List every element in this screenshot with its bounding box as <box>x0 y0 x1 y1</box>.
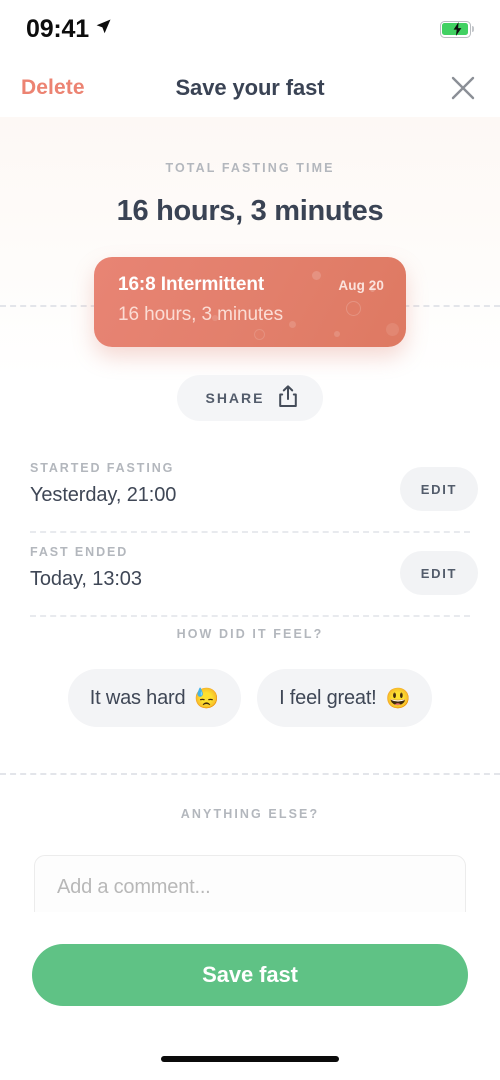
total-fasting-time-value: 16 hours, 3 minutes <box>116 195 384 227</box>
how-did-it-feel-section: HOW DID IT FEEL? It was hard 😓 I feel gr… <box>0 627 500 727</box>
edit-start-time-button[interactable]: EDIT <box>400 467 478 511</box>
fast-details: STARTED FASTING Yesterday, 21:00 EDIT FA… <box>0 447 500 617</box>
feel-options: It was hard 😓 I feel great! 😃 <box>0 669 500 727</box>
nav-bar: Delete Save your fast <box>0 58 500 117</box>
fast-date: Aug 20 <box>338 278 384 293</box>
delete-button[interactable]: Delete <box>21 76 85 100</box>
navigation-arrow-icon <box>95 18 112 40</box>
share-upload-icon <box>278 385 298 411</box>
status-bar: 09:41 <box>0 0 500 58</box>
fast-summary-card[interactable]: 16:8 Intermittent Aug 20 16 hours, 3 min… <box>94 257 406 347</box>
sweat-face-emoji-icon: 😓 <box>194 687 220 710</box>
started-fasting-row: STARTED FASTING Yesterday, 21:00 EDIT <box>0 447 500 531</box>
feel-option-great-label: I feel great! <box>279 686 377 709</box>
fast-card-duration: 16 hours, 3 minutes <box>118 304 283 325</box>
status-bar-left: 09:41 <box>26 15 112 44</box>
save-fast-button[interactable]: Save fast <box>32 944 468 1006</box>
battery-charging-icon <box>440 20 475 38</box>
feel-option-hard-label: It was hard <box>89 686 186 709</box>
phone-screen: 09:41 Delete Save your fast TOTAL FASTIN… <box>0 0 500 1080</box>
anything-else-section: ANYTHING ELSE? <box>0 807 500 821</box>
share-row: SHARE <box>0 375 500 421</box>
anything-else-label: ANYTHING ELSE? <box>180 807 320 821</box>
status-time: 09:41 <box>26 14 89 43</box>
share-button[interactable]: SHARE <box>177 375 323 421</box>
feel-option-great[interactable]: I feel great! 😃 <box>257 669 433 727</box>
edit-end-time-button[interactable]: EDIT <box>400 551 478 595</box>
share-label: SHARE <box>205 390 265 406</box>
how-did-it-feel-label: HOW DID IT FEEL? <box>176 627 324 641</box>
total-fasting-time-label: TOTAL FASTING TIME <box>165 161 335 175</box>
divider-after-feel <box>0 773 500 775</box>
close-x-icon[interactable] <box>448 73 478 103</box>
footer-bar: Save fast <box>0 912 500 1080</box>
total-fasting-time-section: TOTAL FASTING TIME 16 hours, 3 minutes <box>0 117 500 228</box>
smiling-face-emoji-icon: 😃 <box>385 687 411 710</box>
fast-plan-name: 16:8 Intermittent <box>118 274 265 295</box>
divider-after-end <box>30 615 470 617</box>
feel-option-hard[interactable]: It was hard 😓 <box>67 669 242 727</box>
home-indicator <box>161 1056 339 1062</box>
fast-card-header: 16:8 Intermittent Aug 20 <box>94 257 406 296</box>
fast-ended-row: FAST ENDED Today, 13:03 EDIT <box>0 531 500 615</box>
